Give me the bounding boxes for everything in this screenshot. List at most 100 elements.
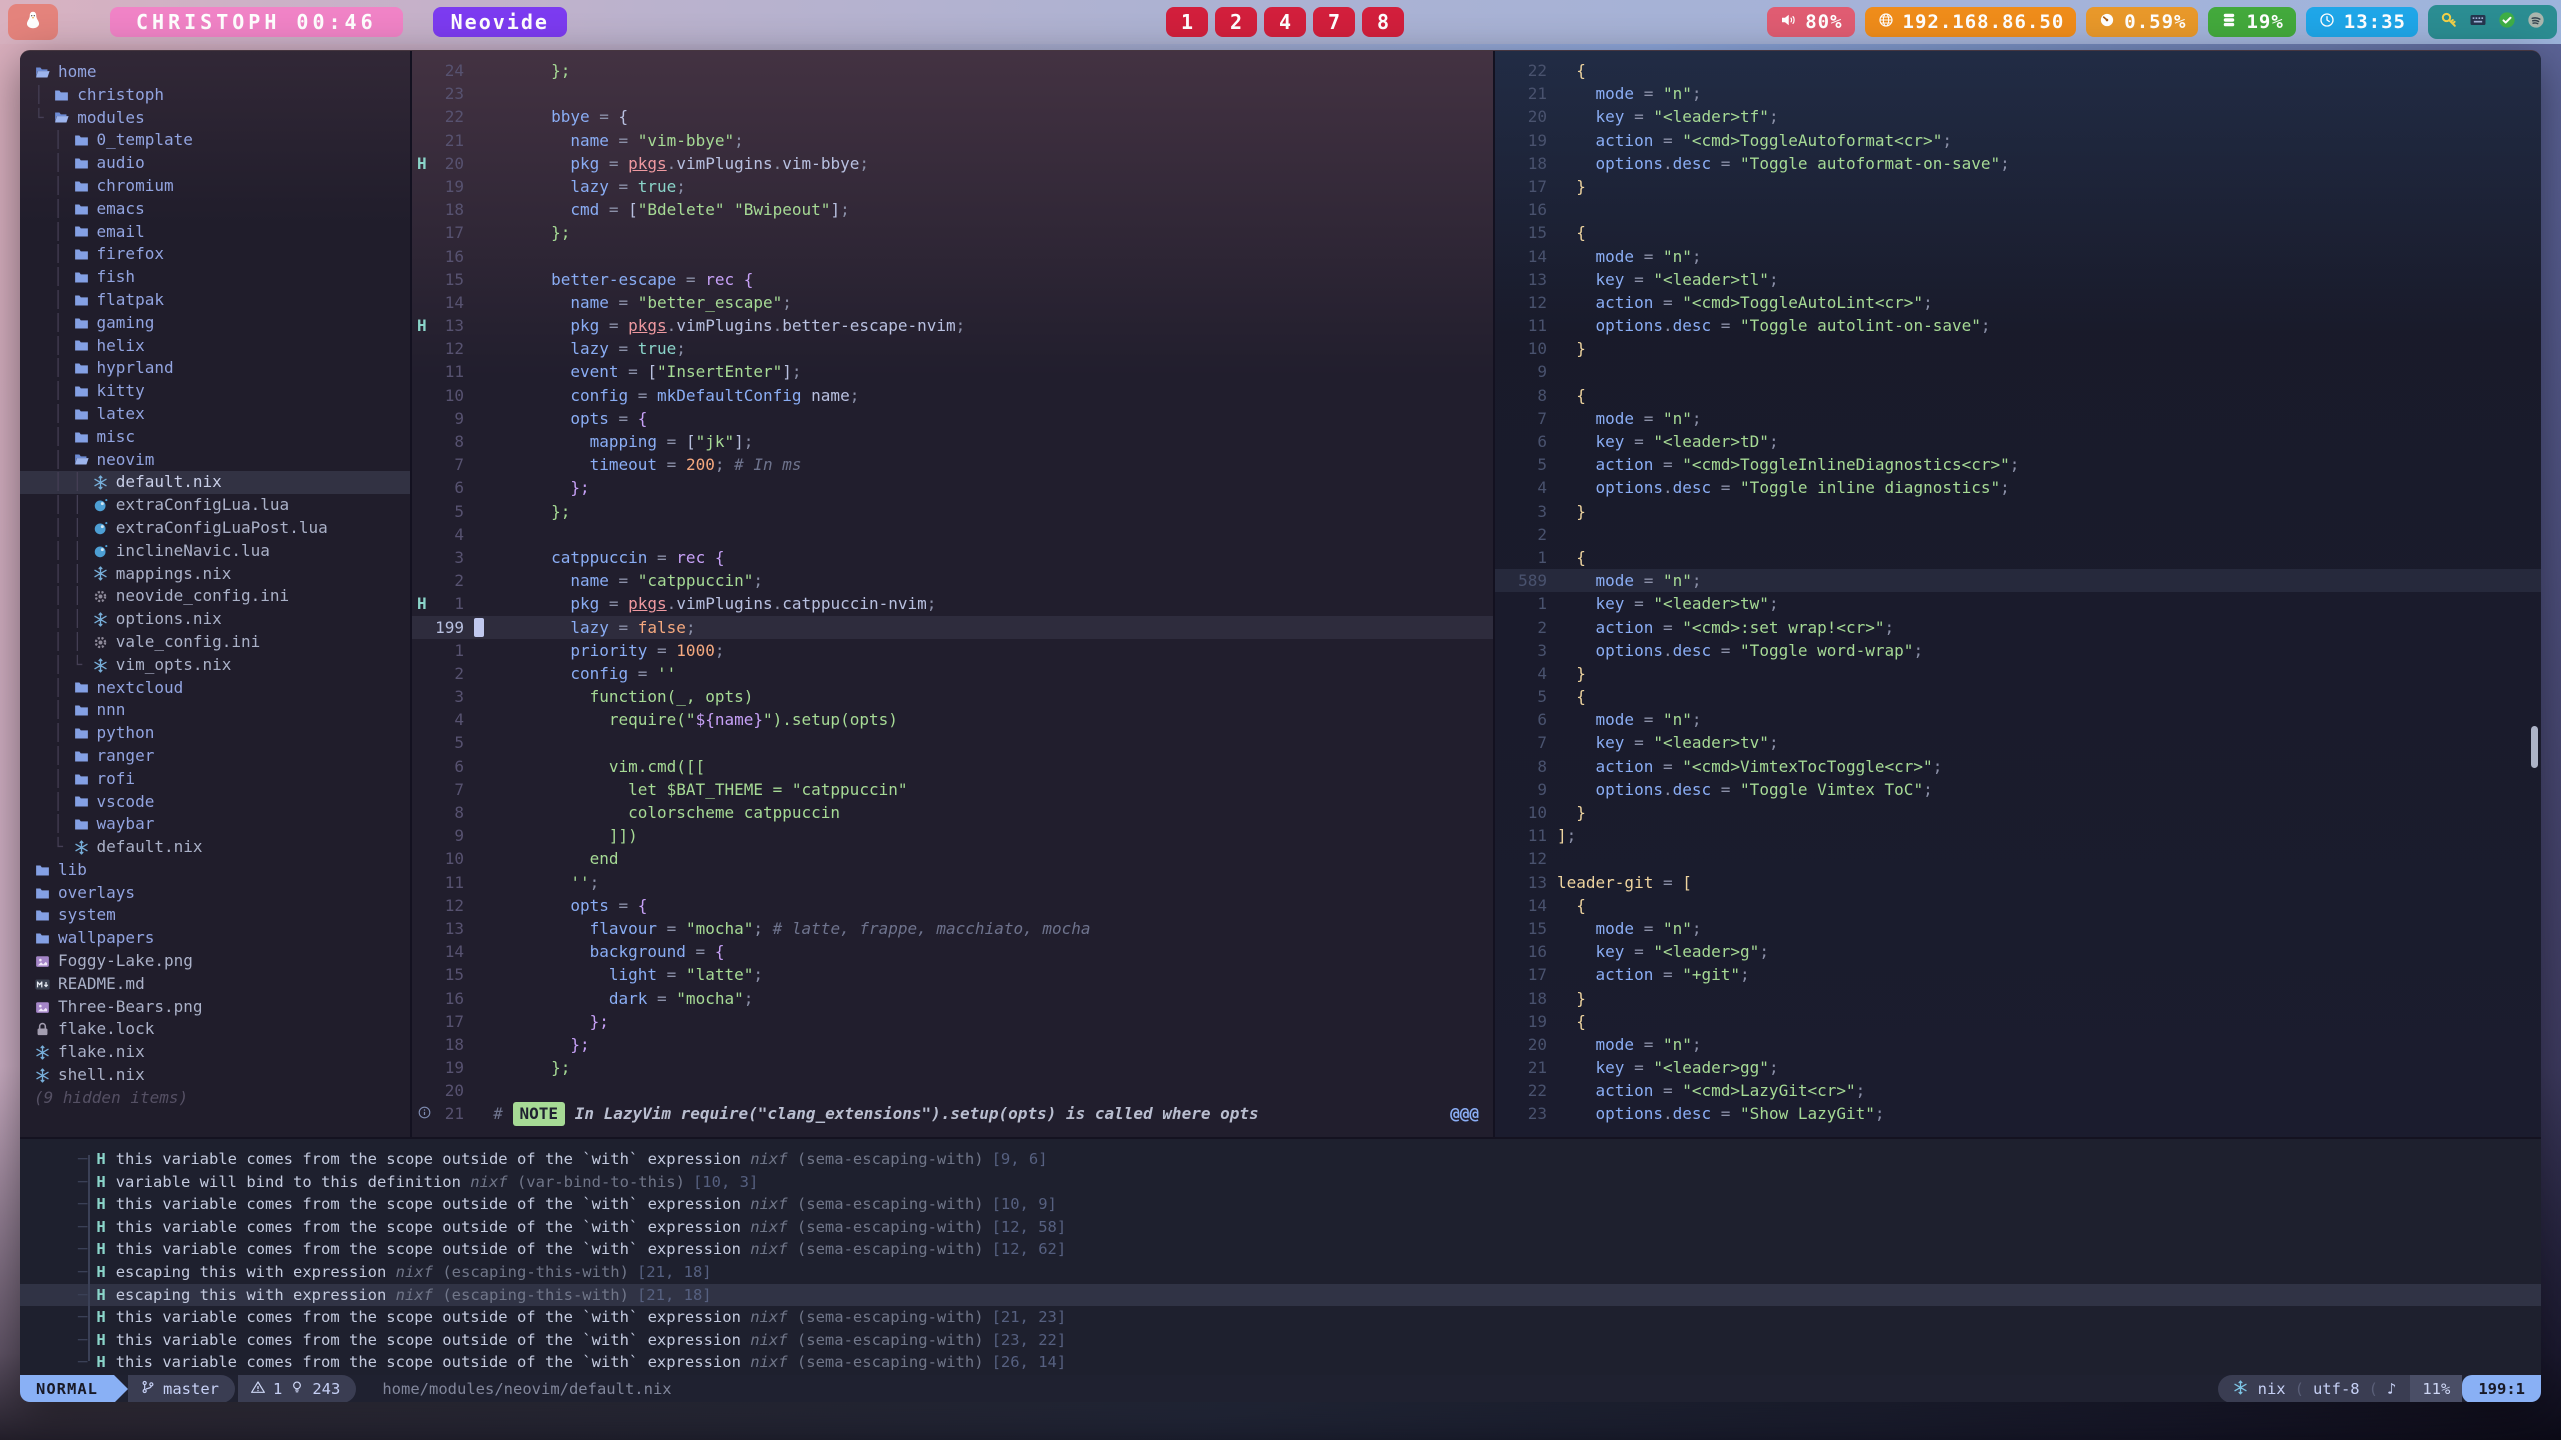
- tree-item-home[interactable]: home: [20, 61, 410, 84]
- code-line[interactable]: 13leader-git = [: [1495, 871, 2541, 894]
- code-line[interactable]: 19 {: [1495, 1010, 2541, 1033]
- spotify-icon[interactable]: [2526, 10, 2546, 34]
- quickfix-row[interactable]: ─Hthis variable comes from the scope out…: [20, 1148, 2541, 1171]
- code-line[interactable]: 14 mode = "n";: [1495, 245, 2541, 268]
- clock-pill[interactable]: 13:35: [2306, 7, 2418, 37]
- code-line[interactable]: 19 lazy = true;: [412, 175, 1493, 198]
- code-line[interactable]: 18 }: [1495, 987, 2541, 1010]
- code-line[interactable]: 2: [1495, 523, 2541, 546]
- code-line[interactable]: 23 options.desc = "Show LazyGit";: [1495, 1102, 2541, 1125]
- volume-pill[interactable]: 80%: [1767, 7, 1854, 37]
- code-line[interactable]: 13 key = "<leader>tl";: [1495, 268, 2541, 291]
- code-line[interactable]: 12 opts = {: [412, 894, 1493, 917]
- tree-item-mappings.nix[interactable]: │ │ mappings.nix: [20, 563, 410, 586]
- code-line[interactable]: 11 '';: [412, 871, 1493, 894]
- quickfix-row[interactable]: ─Hescaping this with expression nixf (es…: [20, 1261, 2541, 1284]
- code-line[interactable]: 15 light = "latte";: [412, 963, 1493, 986]
- code-line[interactable]: 10 }: [1495, 801, 2541, 824]
- quickfix-row[interactable]: ─Hvariable will bind to this definition …: [20, 1171, 2541, 1194]
- code-line[interactable]: 6 key = "<leader>tD";: [1495, 430, 2541, 453]
- tree-item-helix[interactable]: │ helix: [20, 335, 410, 358]
- tree-item-README.md[interactable]: README.md: [20, 973, 410, 996]
- tree-item-shell.nix[interactable]: shell.nix: [20, 1064, 410, 1087]
- code-line[interactable]: 9 opts = {: [412, 407, 1493, 430]
- code-line[interactable]: 20: [412, 1079, 1493, 1102]
- code-line[interactable]: 14 background = {: [412, 940, 1493, 963]
- tree-item-default.nix[interactable]: └ default.nix: [20, 836, 410, 859]
- tree-item-modules[interactable]: └ modules: [20, 107, 410, 130]
- tree-item-0_template[interactable]: │ 0_template: [20, 129, 410, 152]
- code-line[interactable]: 7 let $BAT_THEME = "catppuccin": [412, 778, 1493, 801]
- tree-item-overlays[interactable]: overlays: [20, 882, 410, 905]
- tree-item-audio[interactable]: │ audio: [20, 152, 410, 175]
- code-line[interactable]: 8 action = "<cmd>VimtexTocToggle<cr>";: [1495, 755, 2541, 778]
- code-line[interactable]: 7 timeout = 200; # In ms: [412, 453, 1493, 476]
- tree-item-latex[interactable]: │ latex: [20, 403, 410, 426]
- tree-item-nnn[interactable]: │ nnn: [20, 699, 410, 722]
- code-line[interactable]: 13 flavour = "mocha"; # latte, frappe, m…: [412, 917, 1493, 940]
- code-line[interactable]: 19 action = "<cmd>ToggleAutoformat<cr>";: [1495, 129, 2541, 152]
- code-line[interactable]: 21 name = "vim-bbye";: [412, 129, 1493, 152]
- tree-item-waybar[interactable]: │ waybar: [20, 813, 410, 836]
- code-line[interactable]: 7 key = "<leader>tv";: [1495, 731, 2541, 754]
- user-clock-pill[interactable]: CHRISTOPH 00:46: [110, 7, 403, 37]
- code-line[interactable]: 9: [1495, 360, 2541, 383]
- tree-item-vale_config.ini[interactable]: │ │ vale_config.ini: [20, 631, 410, 654]
- code-line[interactable]: 4 }: [1495, 662, 2541, 685]
- code-line[interactable]: 9 ]]): [412, 824, 1493, 847]
- code-line[interactable]: 12: [1495, 847, 2541, 870]
- code-line[interactable]: 18 options.desc = "Toggle autoformat-on-…: [1495, 152, 2541, 175]
- code-line[interactable]: 11 event = ["InsertEnter"];: [412, 360, 1493, 383]
- disk-pill[interactable]: 19%: [2208, 7, 2295, 37]
- active-app-pill[interactable]: Neovide: [433, 7, 567, 37]
- code-line[interactable]: 3 }: [1495, 500, 2541, 523]
- check-icon[interactable]: [2497, 10, 2517, 34]
- tree-item-system[interactable]: system: [20, 904, 410, 927]
- code-line[interactable]: 2 action = "<cmd>:set wrap!<cr>";: [1495, 616, 2541, 639]
- quickfix-row[interactable]: ─Hthis variable comes from the scope out…: [20, 1193, 2541, 1216]
- code-line[interactable]: 5 action = "<cmd>ToggleInlineDiagnostics…: [1495, 453, 2541, 476]
- code-line[interactable]: H20 pkg = pkgs.vimPlugins.vim-bbye;: [412, 152, 1493, 175]
- workspace-button-1[interactable]: 1: [1166, 7, 1208, 37]
- tree-item-vim_opts.nix[interactable]: │ └ vim_opts.nix: [20, 654, 410, 677]
- code-line[interactable]: 19 };: [412, 1056, 1493, 1079]
- code-line[interactable]: 3 options.desc = "Toggle word-wrap";: [1495, 639, 2541, 662]
- code-line[interactable]: 15 mode = "n";: [1495, 917, 2541, 940]
- tree-item-lib[interactable]: lib: [20, 859, 410, 882]
- tree-item-hyprland[interactable]: │ hyprland: [20, 357, 410, 380]
- code-line[interactable]: 7 mode = "n";: [1495, 407, 2541, 430]
- workspace-button-2[interactable]: 2: [1215, 7, 1257, 37]
- code-line[interactable]: 2 name = "catppuccin";: [412, 569, 1493, 592]
- code-line[interactable]: 10 end: [412, 847, 1493, 870]
- quickfix-row[interactable]: ─Hthis variable comes from the scope out…: [20, 1238, 2541, 1261]
- tree-item-firefox[interactable]: │ firefox: [20, 243, 410, 266]
- code-line[interactable]: 1 priority = 1000;: [412, 639, 1493, 662]
- code-line[interactable]: 8 colorscheme catppuccin: [412, 801, 1493, 824]
- code-line[interactable]: 22 bbye = {: [412, 105, 1493, 128]
- code-line[interactable]: 17 action = "+git";: [1495, 963, 2541, 986]
- code-line[interactable]: 8 {: [1495, 384, 2541, 407]
- code-line[interactable]: 6 vim.cmd([[: [412, 755, 1493, 778]
- git-branch-segment[interactable]: master: [128, 1375, 235, 1402]
- code-line[interactable]: 20 mode = "n";: [1495, 1033, 2541, 1056]
- code-line[interactable]: 18 };: [412, 1033, 1493, 1056]
- code-line[interactable]: 20 key = "<leader>tf";: [1495, 105, 2541, 128]
- tree-item-fish[interactable]: │ fish: [20, 266, 410, 289]
- tree-item-vscode[interactable]: │ vscode: [20, 791, 410, 814]
- cpu-pill[interactable]: 0.59%: [2086, 7, 2198, 37]
- diagnostics-segment[interactable]: 1 243: [238, 1375, 356, 1402]
- code-line[interactable]: 16 dark = "mocha";: [412, 987, 1493, 1010]
- workspace-button-7[interactable]: 7: [1313, 7, 1355, 37]
- code-line[interactable]: 14 name = "better_escape";: [412, 291, 1493, 314]
- quickfix-row[interactable]: ─Hescaping this with expression nixf (es…: [20, 1284, 2541, 1307]
- tree-item-kitty[interactable]: │ kitty: [20, 380, 410, 403]
- code-line[interactable]: 199 lazy = false;: [412, 616, 1493, 639]
- code-line[interactable]: 9 options.desc = "Toggle Vimtex ToC";: [1495, 778, 2541, 801]
- tree-item-nextcloud[interactable]: │ nextcloud: [20, 677, 410, 700]
- code-line[interactable]: 11 options.desc = "Toggle autolint-on-sa…: [1495, 314, 2541, 337]
- code-line[interactable]: 2 config = '': [412, 662, 1493, 685]
- tree-item-wallpapers[interactable]: wallpapers: [20, 927, 410, 950]
- tree-item-misc[interactable]: │ misc: [20, 426, 410, 449]
- code-line[interactable]: 3 catppuccin = rec {: [412, 546, 1493, 569]
- code-line[interactable]: H1 pkg = pkgs.vimPlugins.catppuccin-nvim…: [412, 592, 1493, 615]
